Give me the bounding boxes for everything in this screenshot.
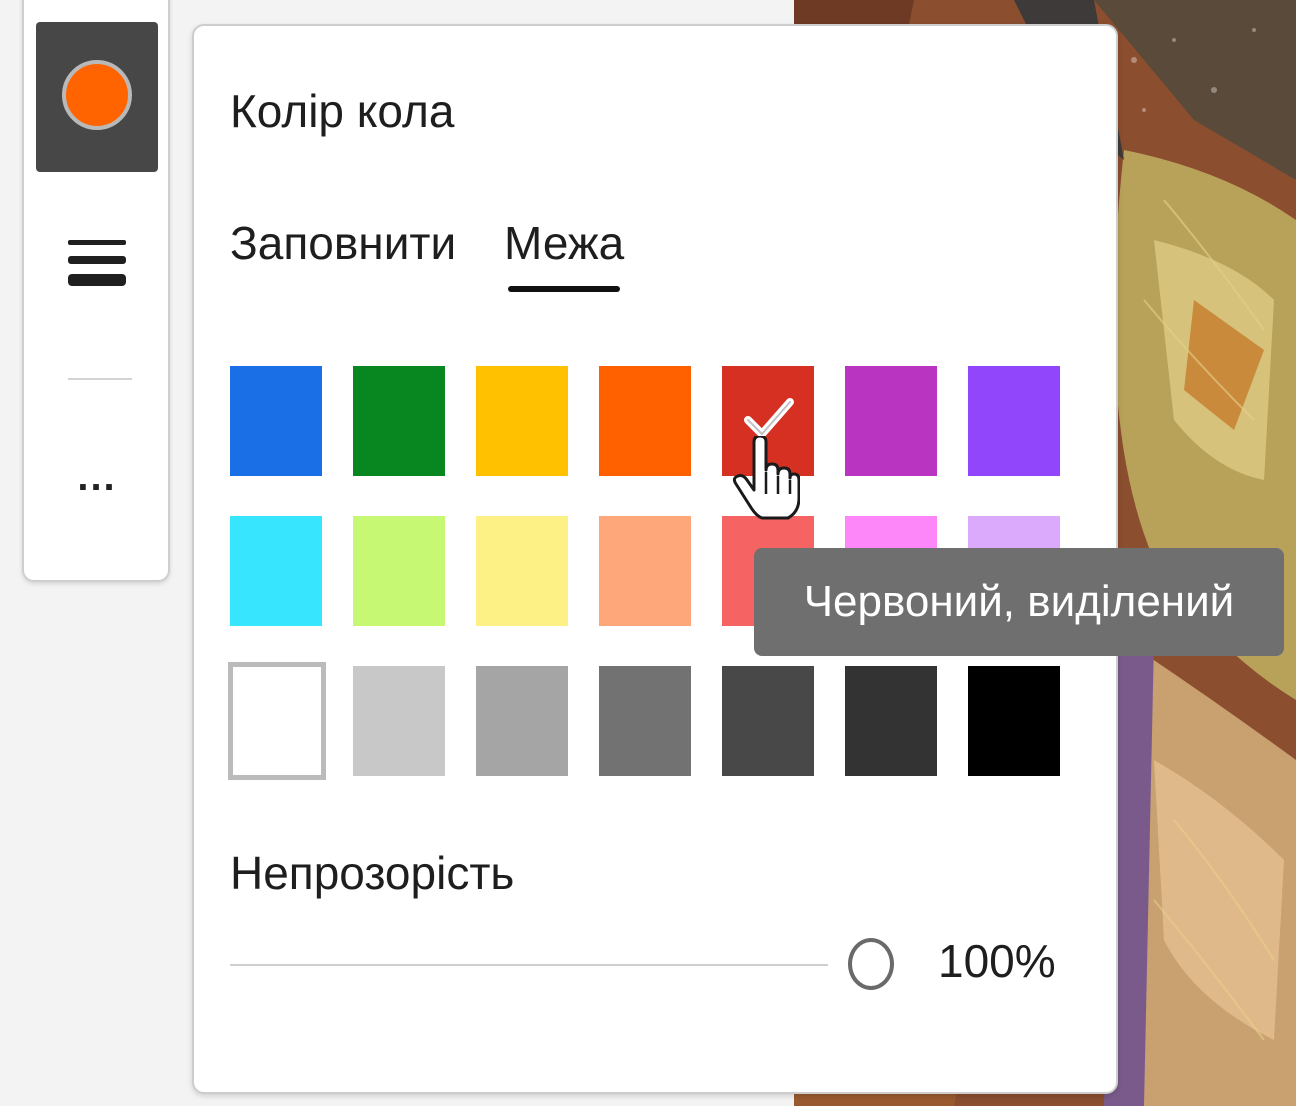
line-weight-button[interactable] [62,232,132,302]
color-swatch-gray[interactable] [476,666,568,776]
color-swatch-blue[interactable] [230,366,322,476]
side-toolbar: ... [22,0,170,582]
color-swatch-violet[interactable] [968,366,1060,476]
color-swatch-light-cyan[interactable] [230,516,322,626]
tab-border[interactable]: Межа [504,216,624,270]
toolbar-divider [68,378,132,380]
color-swatch-white[interactable] [228,662,326,780]
color-swatch-darker-gray[interactable] [845,666,937,776]
opacity-slider-thumb[interactable] [848,938,894,990]
more-options-button[interactable]: ... [62,457,132,512]
opacity-slider-track[interactable] [230,964,828,966]
panel-title: Колір кола [230,85,455,137]
color-swatch-dark-gray[interactable] [722,666,814,776]
color-swatch-orange[interactable] [599,366,691,476]
opacity-label: Непрозорість [230,847,515,899]
color-swatch-light-orange[interactable] [599,516,691,626]
color-tooltip: Червоний, виділений [754,548,1284,656]
current-color-swatch [62,60,132,130]
color-swatch-medium-gray[interactable] [599,666,691,776]
opacity-value: 100% [938,935,1056,987]
color-swatch-green[interactable] [353,366,445,476]
color-swatch-black[interactable] [968,666,1060,776]
tab-fill[interactable]: Заповнити [230,216,456,270]
color-swatch-purple[interactable] [845,366,937,476]
circle-color-button[interactable] [36,22,158,172]
color-swatch-light-green[interactable] [353,516,445,626]
line-weight-icon [68,240,126,286]
active-tab-indicator [508,286,620,292]
color-swatch-light-gray[interactable] [353,666,445,776]
color-swatch-yellow[interactable] [476,366,568,476]
color-swatch-light-yellow[interactable] [476,516,568,626]
hand-pointer-icon [732,436,800,520]
more-icon: ... [77,455,117,499]
